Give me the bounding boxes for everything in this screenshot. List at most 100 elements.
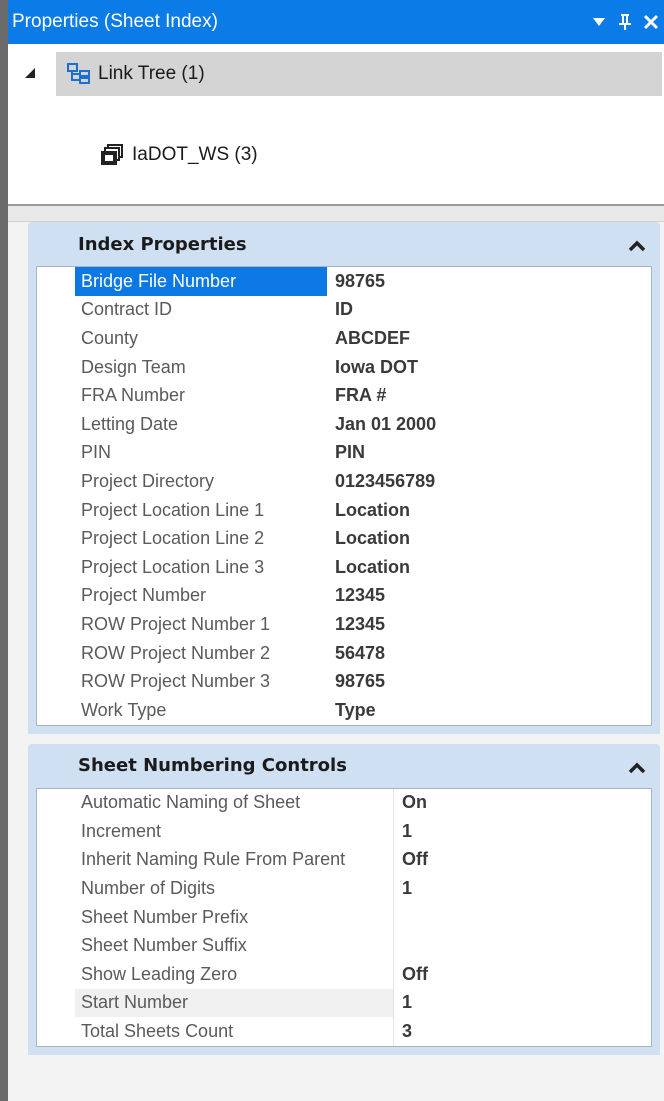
property-name: Increment (81, 820, 162, 841)
property-value[interactable]: 1 (393, 817, 633, 846)
property-value[interactable]: 56478 (327, 639, 633, 668)
index-properties-header[interactable]: Index Properties (28, 222, 660, 266)
property-name: Project Location Line 3 (81, 556, 265, 577)
property-row[interactable]: Project Location Line 2 Location (37, 524, 651, 553)
pin-icon[interactable] (616, 11, 634, 33)
property-name: PIN (81, 442, 112, 463)
tree-item-label: IaDOT_WS (3) (132, 144, 258, 165)
property-row[interactable]: Project Location Line 3 Location (37, 553, 651, 582)
chevron-up-icon[interactable] (628, 237, 646, 252)
property-value[interactable]: Location (327, 553, 633, 582)
property-value[interactable]: ID (327, 296, 633, 325)
panel-titlebar: Properties (Sheet Index) (8, 0, 664, 44)
property-value[interactable]: 12345 (327, 582, 633, 611)
property-name: Project Directory (81, 470, 215, 491)
property-name: Sheet Number Suffix (81, 935, 247, 956)
property-value[interactable]: 98765 (327, 267, 633, 296)
property-name: County (81, 327, 139, 348)
property-row[interactable]: Show Leading Zero Off (37, 960, 651, 989)
property-value[interactable] (393, 902, 633, 932)
property-row[interactable]: Start Number 1 (37, 988, 651, 1018)
property-row[interactable]: Project Location Line 1 Location (37, 496, 651, 525)
property-name: Design Team (81, 356, 186, 377)
property-row[interactable]: Automatic Naming of Sheet On (37, 788, 651, 818)
expand-collapse-icon[interactable] (24, 66, 36, 78)
property-value[interactable]: 98765 (327, 667, 633, 696)
property-name: Contract ID (81, 299, 173, 320)
property-name: Project Location Line 2 (81, 528, 265, 549)
property-value[interactable]: 0123456789 (327, 467, 633, 496)
chevron-up-icon[interactable] (628, 759, 646, 773)
property-value[interactable]: Off (393, 845, 633, 875)
property-value[interactable]: On (393, 788, 633, 818)
close-icon[interactable] (642, 11, 660, 33)
panel-edge (0, 0, 8, 1101)
property-value[interactable]: Iowa DOT (327, 353, 633, 382)
sheet-numbering-controls-header[interactable]: Sheet Numbering Controls (28, 743, 660, 788)
property-row[interactable]: Letting Date Jan 01 2000 (37, 410, 651, 439)
property-name: Project Location Line 1 (81, 499, 265, 520)
property-name: Inherit Naming Rule From Parent (81, 849, 346, 870)
property-value[interactable]: FRA # (327, 381, 633, 410)
property-name: Project Number (81, 585, 207, 606)
link-tree-icon (66, 63, 92, 85)
property-row[interactable]: Project Number 12345 (37, 582, 651, 611)
property-row[interactable]: Contract ID ID (37, 296, 651, 325)
property-row[interactable]: Increment 1 (37, 817, 651, 846)
panel-title: Properties (Sheet Index) (12, 11, 218, 32)
property-row[interactable]: Sheet Number Prefix (37, 902, 651, 932)
property-name: FRA Number (81, 385, 186, 406)
property-value[interactable]: 12345 (327, 610, 633, 639)
property-row[interactable]: Project Directory 0123456789 (37, 467, 651, 496)
property-name: Bridge File Number (75, 267, 327, 296)
tree-item-label: Link Tree (1) (98, 63, 205, 84)
property-row[interactable]: Total Sheets Count 3 (37, 1017, 651, 1046)
property-row[interactable]: ROW Project Number 1 12345 (37, 610, 651, 639)
property-value[interactable]: Location (327, 524, 633, 553)
property-value[interactable]: 1 (393, 874, 633, 903)
index-properties-section: Index Properties Bridge File Number 98765… (28, 222, 660, 734)
tree-item-link-tree[interactable]: Link Tree (1) (56, 52, 662, 96)
section-title: Sheet Numbering Controls (78, 755, 347, 776)
property-name: Letting Date (81, 413, 179, 434)
property-row[interactable]: Inherit Naming Rule From Parent Off (37, 845, 651, 875)
property-name: ROW Project Number 3 (81, 671, 271, 692)
property-name: ROW Project Number 2 (81, 642, 271, 663)
property-value[interactable]: Jan 01 2000 (327, 410, 633, 439)
property-value[interactable]: Off (393, 960, 633, 989)
property-value[interactable]: 3 (393, 1017, 633, 1046)
property-name: Show Leading Zero (81, 963, 238, 984)
property-row[interactable]: County ABCDEF (37, 324, 651, 353)
property-value[interactable]: Type (327, 696, 633, 725)
property-value[interactable]: 1 (393, 988, 633, 1018)
property-name: Sheet Number Prefix (81, 906, 249, 927)
property-name: Total Sheets Count (81, 1021, 234, 1042)
property-row[interactable]: Design Team Iowa DOT (37, 353, 651, 382)
property-name: Start Number (75, 988, 393, 1018)
property-value[interactable] (393, 931, 633, 961)
property-value[interactable]: PIN (327, 439, 633, 468)
splitter[interactable] (8, 206, 664, 222)
properties-panel: Properties (Sheet Index) Link Tree (1) I… (8, 0, 664, 1101)
property-row[interactable]: Sheet Number Suffix (37, 931, 651, 961)
property-row[interactable]: ROW Project Number 2 56478 (37, 639, 651, 668)
property-name: Automatic Naming of Sheet (81, 792, 301, 813)
sheet-numbering-controls-section: Sheet Numbering Controls Automatic Namin… (28, 743, 660, 1055)
property-name: Number of Digits (81, 878, 216, 899)
property-row[interactable]: FRA Number FRA # (37, 381, 651, 410)
property-name: Work Type (81, 699, 167, 720)
section-title: Index Properties (78, 233, 247, 255)
property-name: ROW Project Number 1 (81, 613, 271, 634)
index-properties-grid: Bridge File Number 98765 Contract ID ID Co… (36, 266, 652, 726)
property-row[interactable]: ROW Project Number 3 98765 (37, 667, 651, 696)
property-row[interactable]: PIN PIN (37, 439, 651, 468)
tree-item-iadot-ws[interactable]: IaDOT_WS (3) (100, 144, 258, 166)
dropdown-arrow-icon[interactable] (590, 11, 608, 33)
property-row[interactable]: Work Type Type (37, 696, 651, 725)
property-row[interactable]: Bridge File Number 98765 (37, 267, 651, 296)
property-row[interactable]: Number of Digits 1 (37, 874, 651, 903)
sheet-numbering-grid: Automatic Naming of Sheet On Increment 1 I… (36, 787, 652, 1047)
property-value[interactable]: Location (327, 496, 633, 525)
sheet-set-icon (100, 144, 124, 166)
property-value[interactable]: ABCDEF (327, 324, 633, 353)
